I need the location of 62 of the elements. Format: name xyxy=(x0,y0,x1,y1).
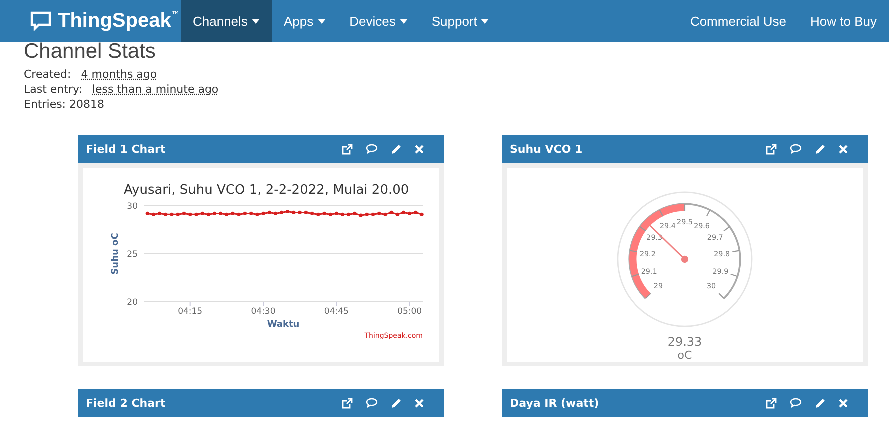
nav-link[interactable]: How to Buy xyxy=(798,0,889,42)
page-heading: Channel Stats xyxy=(24,40,157,64)
gauge-tick-label: 29.7 xyxy=(707,233,724,242)
gauge-tick-label: 29.8 xyxy=(714,249,730,258)
pencil-icon[interactable] xyxy=(815,144,826,154)
nav-menu-item[interactable]: Channels xyxy=(181,0,272,42)
stat-value: 4 months ago xyxy=(81,68,158,81)
comment-icon[interactable] xyxy=(790,398,802,408)
chart-title: Ayusari, Suhu VCO 1, 2-2-2022, Mulai 20.00 xyxy=(124,183,410,198)
y-axis-label: Suhu oC xyxy=(111,233,121,275)
caret-icon xyxy=(318,18,326,24)
pencil-icon[interactable] xyxy=(815,398,826,408)
close-icon[interactable] xyxy=(415,398,424,408)
x-tick-label: 04:30 xyxy=(251,307,276,317)
nav-menu-item[interactable]: Devices xyxy=(338,0,420,42)
y-tick-label: 20 xyxy=(127,298,138,308)
nav-menu-item[interactable]: Apps xyxy=(272,0,338,42)
close-icon[interactable] xyxy=(839,398,848,408)
pencil-icon[interactable] xyxy=(391,398,402,408)
y-tick-label: 25 xyxy=(127,250,138,260)
trademark: ™ xyxy=(171,11,180,21)
caret-icon xyxy=(481,18,490,24)
card-title: Field 1 Chart xyxy=(86,142,166,156)
stat-value: less than a minute ago xyxy=(92,83,219,96)
gauge-tick-label: 29.9 xyxy=(712,266,729,276)
stat-label: Created: xyxy=(24,68,72,81)
y-tick-label: 30 xyxy=(127,202,138,212)
comment-icon[interactable] xyxy=(790,144,802,154)
stat-label: Last entry: xyxy=(24,83,82,96)
external-link-icon[interactable] xyxy=(766,398,777,408)
gauge-tick-label: 29 xyxy=(654,282,663,291)
external-link-icon[interactable] xyxy=(766,144,777,154)
caret-icon xyxy=(252,18,260,24)
card-title: Daya IR (watt) xyxy=(510,396,600,410)
gauge-tick-label: 29.2 xyxy=(640,249,656,258)
gauge-tick-label: 30 xyxy=(707,282,716,291)
card-title: Suhu VCO 1 xyxy=(510,142,583,156)
stat-label: Entries: 20818 xyxy=(24,98,105,111)
external-link-icon[interactable] xyxy=(342,398,353,408)
comment-icon[interactable] xyxy=(366,144,378,154)
nav-menu-item[interactable]: Support xyxy=(420,0,502,42)
external-link-icon[interactable] xyxy=(342,144,353,154)
brand-logo[interactable]: ThingSpeak xyxy=(58,10,172,32)
gauge-tick-label: 29.4 xyxy=(660,222,676,231)
gauge-tick-label: 29.3 xyxy=(646,233,663,242)
card-title: Field 2 Chart xyxy=(86,396,166,410)
nav-link[interactable]: Commercial Use xyxy=(678,0,799,42)
x-axis-label: Waktu xyxy=(267,320,300,330)
close-icon[interactable] xyxy=(415,144,424,154)
pencil-icon[interactable] xyxy=(391,144,402,154)
gauge-tick-label: 29.1 xyxy=(641,266,658,276)
x-tick-label: 04:15 xyxy=(178,307,203,317)
close-icon[interactable] xyxy=(839,144,848,154)
gauge-value: 29.33 xyxy=(668,335,702,349)
x-tick-label: 05:00 xyxy=(398,307,422,317)
gauge-unit: oC xyxy=(678,349,692,362)
x-tick-label: 04:45 xyxy=(324,307,349,317)
chat-bubble-icon xyxy=(30,11,52,31)
gauge-tick-label: 29.5 xyxy=(677,218,693,227)
gauge-tick-label: 29.6 xyxy=(694,222,710,231)
comment-icon[interactable] xyxy=(366,398,378,408)
caret-icon xyxy=(400,18,408,24)
